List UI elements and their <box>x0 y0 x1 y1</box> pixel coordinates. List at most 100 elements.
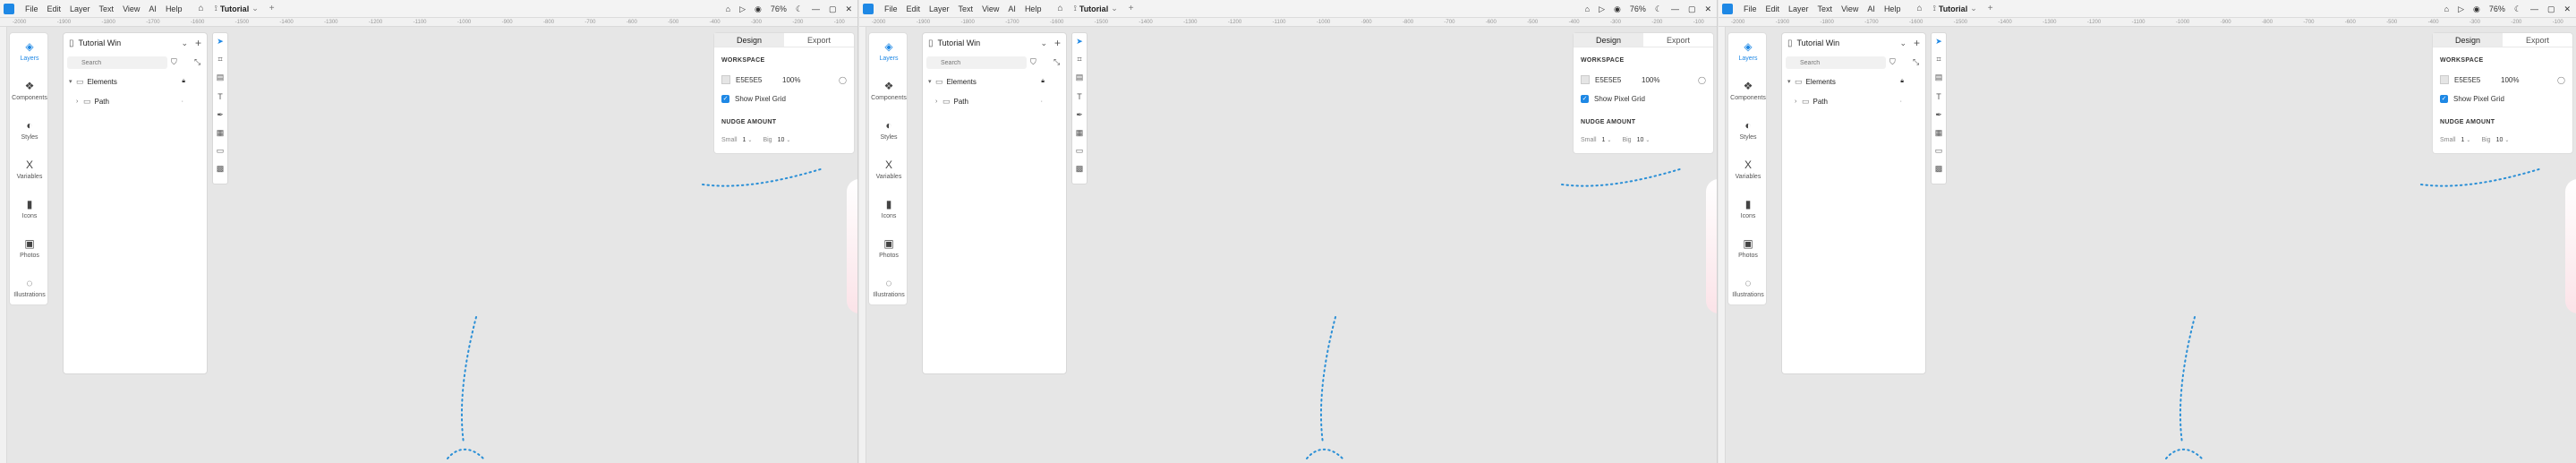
pixel-grid-checkbox[interactable]: ✓ <box>1581 94 1589 103</box>
nav-variables[interactable]: X Variables <box>869 159 908 180</box>
caret-down-icon[interactable]: ▾ <box>69 78 76 85</box>
background-hex[interactable]: E5E5E5 <box>736 76 782 84</box>
nav-illustrations[interactable]: ◌ Illustrations <box>1728 277 1768 298</box>
collapse-icon[interactable]: ⤡ <box>1913 57 1919 67</box>
background-hex[interactable]: E5E5E5 <box>1595 76 1642 84</box>
zoom-level[interactable]: 76% <box>771 4 787 13</box>
close-icon[interactable]: ✕ <box>1704 4 1711 14</box>
select-tool-icon[interactable]: ➤ <box>1932 37 1946 47</box>
home-right-icon[interactable]: ⌂ <box>726 4 730 13</box>
grid-tool-icon[interactable]: ▩ <box>1072 164 1087 174</box>
big-value[interactable]: 10 <box>2496 137 2503 143</box>
preview-icon[interactable]: ◉ <box>755 4 762 14</box>
nav-styles[interactable]: ◐ Styles <box>869 119 908 141</box>
more-icon[interactable]: · <box>1900 99 1902 105</box>
tab-export[interactable]: Export <box>784 33 854 47</box>
pixel-grid-checkbox[interactable]: ✓ <box>2440 94 2448 103</box>
layer-row-path[interactable]: › ▭ Path · <box>64 95 207 107</box>
new-tab-icon[interactable]: + <box>1129 4 1134 13</box>
component-tool-icon[interactable]: ▭ <box>213 146 227 156</box>
background-swatch[interactable] <box>1581 75 1590 84</box>
home-right-icon[interactable]: ⌂ <box>2444 4 2449 13</box>
big-value[interactable]: 10 <box>778 137 785 143</box>
preview-icon[interactable]: ◉ <box>2473 4 2480 14</box>
chevron-down-icon[interactable]: ⌄ <box>1645 137 1650 143</box>
layer-row-path[interactable]: › ▭ Path · <box>1782 95 1925 107</box>
small-value[interactable]: 1 <box>2461 137 2465 143</box>
minimize-icon[interactable]: — <box>2530 4 2538 13</box>
chevron-down-icon[interactable]: ⌄ <box>786 137 790 143</box>
chevron-down-icon[interactable]: ⌄ <box>2466 137 2470 143</box>
menu-edit[interactable]: Edit <box>907 4 921 13</box>
menu-layer[interactable]: Layer <box>70 4 90 13</box>
home-right-icon[interactable]: ⌂ <box>1585 4 1590 13</box>
filter-icon[interactable]: ⛉ <box>171 57 177 67</box>
caret-right-icon[interactable]: › <box>1795 99 1802 105</box>
rectangle-tool-icon[interactable]: ▤ <box>1072 73 1087 82</box>
nav-illustrations[interactable]: ◌ Illustrations <box>10 277 49 298</box>
rectangle-tool-icon[interactable]: ▤ <box>1932 73 1946 82</box>
menu-text[interactable]: Text <box>99 4 115 13</box>
add-icon[interactable]: + <box>1914 37 1920 49</box>
search-input[interactable] <box>1786 56 1886 69</box>
nav-photos[interactable]: ▣ Photos <box>1728 237 1768 259</box>
nav-variables[interactable]: X Variables <box>1728 159 1768 180</box>
grid-tool-icon[interactable]: ▩ <box>213 164 227 174</box>
search-input[interactable] <box>67 56 167 69</box>
background-opacity[interactable]: 100% <box>2501 76 2519 84</box>
pen-tool-icon[interactable]: ✒ <box>1072 110 1087 120</box>
nav-icons[interactable]: ▮ Icons <box>1728 198 1768 219</box>
collapse-icon[interactable]: ⤡ <box>1053 57 1060 67</box>
caret-right-icon[interactable]: › <box>935 99 943 105</box>
maximize-icon[interactable]: ▢ <box>2547 4 2555 14</box>
menu-view[interactable]: View <box>1841 4 1858 13</box>
artboard-edge[interactable] <box>2565 179 2576 313</box>
chevron-down-icon[interactable]: ⌄ <box>1040 39 1047 48</box>
play-icon[interactable]: ▷ <box>2458 4 2464 14</box>
minimize-icon[interactable]: — <box>1671 4 1679 13</box>
menu-file[interactable]: File <box>884 4 898 13</box>
nav-layers[interactable]: ◈ Layers <box>1728 40 1768 62</box>
moon-icon[interactable]: ☾ <box>2514 4 2521 14</box>
preview-icon[interactable]: ◉ <box>1614 4 1621 14</box>
frame-tool-icon[interactable]: ⌗ <box>213 55 227 64</box>
zoom-level[interactable]: 76% <box>2489 4 2505 13</box>
play-icon[interactable]: ▷ <box>1599 4 1605 14</box>
background-opacity[interactable]: 100% <box>782 76 800 84</box>
minimize-icon[interactable]: — <box>812 4 820 13</box>
menu-view[interactable]: View <box>123 4 140 13</box>
more-icon[interactable]: · <box>182 99 183 105</box>
component-tool-icon[interactable]: ▭ <box>1072 146 1087 156</box>
text-tool-icon[interactable]: T <box>1072 92 1087 101</box>
layer-row-elements[interactable]: ▾ ▭ Elements 🔒︎ <box>1782 75 1925 88</box>
nav-styles[interactable]: ◐ Styles <box>10 119 49 141</box>
app-logo-icon[interactable] <box>4 3 14 14</box>
nav-components[interactable]: ❖ Components <box>10 80 49 101</box>
collapse-icon[interactable]: ⤡ <box>194 57 200 67</box>
doc-tab[interactable]: ⟟ Tutorial ⌄ <box>215 4 259 13</box>
background-swatch[interactable] <box>721 75 730 84</box>
zoom-level[interactable]: 76% <box>1630 4 1646 13</box>
pen-tool-icon[interactable]: ✒ <box>213 110 227 120</box>
menu-text[interactable]: Text <box>959 4 974 13</box>
visibility-icon[interactable]: ◯ <box>839 76 847 84</box>
menu-help[interactable]: Help <box>1884 4 1901 13</box>
frame-tool-icon[interactable]: ⌗ <box>1932 55 1946 64</box>
app-logo-icon[interactable] <box>863 3 874 14</box>
new-tab-icon[interactable]: + <box>1988 4 1993 13</box>
pixel-grid-checkbox[interactable]: ✓ <box>721 94 729 103</box>
menu-file[interactable]: File <box>25 4 38 13</box>
tab-design[interactable]: Design <box>714 33 784 47</box>
menu-file[interactable]: File <box>1744 4 1757 13</box>
chevron-down-icon[interactable]: ⌄ <box>181 39 188 48</box>
select-tool-icon[interactable]: ➤ <box>213 37 227 47</box>
tab-design[interactable]: Design <box>2433 33 2503 47</box>
tab-export[interactable]: Export <box>1643 33 1713 47</box>
nav-icons[interactable]: ▮ Icons <box>10 198 49 219</box>
chevron-down-icon[interactable]: ⌄ <box>1899 39 1906 48</box>
lock-icon[interactable]: 🔒︎ <box>1041 78 1045 85</box>
small-value[interactable]: 1 <box>1602 137 1606 143</box>
layer-row-path[interactable]: › ▭ Path · <box>923 95 1066 107</box>
chevron-down-icon[interactable]: ⌄ <box>1607 137 1611 143</box>
frame-tool-icon[interactable]: ⌗ <box>1072 55 1087 64</box>
